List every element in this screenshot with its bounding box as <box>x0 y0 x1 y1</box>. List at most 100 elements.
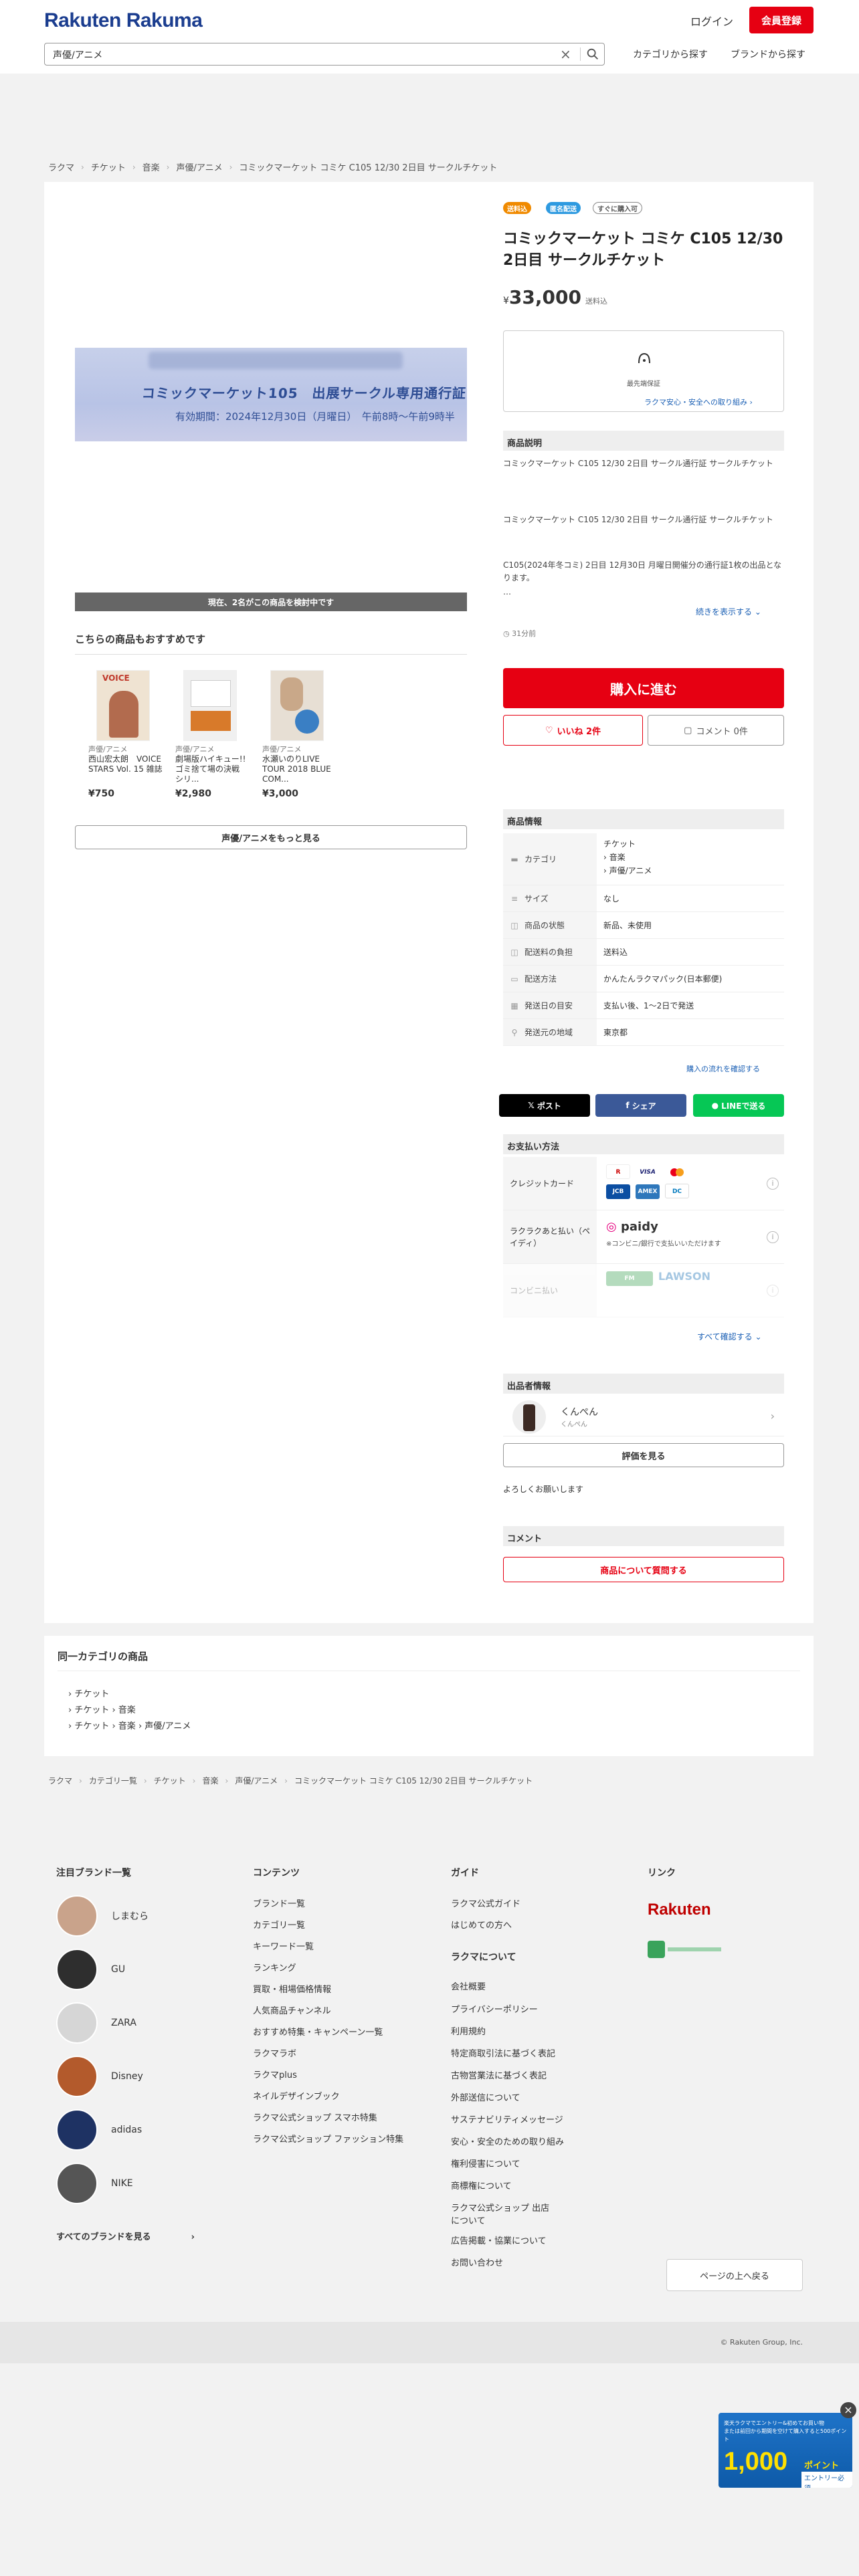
breadcrumb-item[interactable]: チケット <box>154 1775 186 1786</box>
brand-item[interactable]: ZARA <box>56 2002 136 2044</box>
footer-link[interactable]: 古物営業法に基づく表記 <box>451 2068 547 2081</box>
search-icon[interactable] <box>585 47 600 62</box>
footer-link[interactable]: 特定商取引法に基づく表記 <box>451 2046 555 2059</box>
login-link[interactable]: ログイン <box>690 13 733 29</box>
footer-link[interactable]: ラクマラボ <box>253 2046 296 2059</box>
footer-link[interactable]: キーワード一覧 <box>253 1939 314 1952</box>
breadcrumb-item[interactable]: ラクマ <box>48 160 74 173</box>
payment-more-link[interactable]: すべて確認する ⌄ <box>697 1331 762 1342</box>
clear-icon[interactable]: × <box>560 46 571 62</box>
footer-link[interactable]: はじめての方へ <box>451 1918 512 1931</box>
share-line-button[interactable]: ● LINEで送る <box>693 1094 784 1117</box>
recommend-item[interactable]: 声優/アニメ 劇場版ハイキュー!! ゴミ捨て場の決戦 シリ... ¥2,980 <box>175 670 252 799</box>
footer-link[interactable]: 権利侵害について <box>451 2157 520 2169</box>
partner-banner-link[interactable] <box>648 1938 724 1961</box>
footer-link[interactable]: おすすめ特集・キャンペーン一覧 <box>253 2025 383 2038</box>
product-image[interactable]: コミックマーケット105 出展サークル専用通行証 有効期間：2024年12月30… <box>75 348 467 441</box>
footer-link[interactable]: サステナビリティメッセージ <box>451 2113 563 2125</box>
page-top-button[interactable]: ページの上へ戻る <box>666 2259 803 2291</box>
payment-key: クレジットカード <box>503 1157 597 1210</box>
nav-category-link[interactable]: カテゴリから探す <box>633 47 708 61</box>
familymart-icon: FM <box>606 1271 653 1286</box>
footer-link[interactable]: ブランド一覧 <box>253 1897 305 1909</box>
more-category-button[interactable]: 声優/アニメをもっと見る <box>75 825 467 849</box>
category-link[interactable]: › 音楽 <box>603 851 777 864</box>
seller-row[interactable]: くんぺん くんぺん › <box>503 1398 784 1436</box>
purchase-flow-link[interactable]: 購入の流れを確認する <box>686 1063 760 1074</box>
footer-link[interactable]: 人気商品チャンネル <box>253 2004 331 2016</box>
breadcrumb-item[interactable]: ラクマ <box>48 1775 72 1786</box>
all-brands-link[interactable]: すべてのブランドを見る › <box>56 2230 195 2242</box>
footer-link[interactable]: 外部送信について <box>451 2090 520 2103</box>
breadcrumb-item[interactable]: 音楽 <box>142 160 160 173</box>
share-facebook-button[interactable]: f シェア <box>595 1094 686 1117</box>
category-link[interactable]: › 声優/アニメ <box>603 864 777 877</box>
register-button[interactable]: 会員登録 <box>749 7 814 33</box>
safety-link[interactable]: ラクマ安心・安全への取り組み › <box>644 397 753 407</box>
footer-link[interactable]: 商標権について <box>451 2179 512 2191</box>
comment-icon: ▢ <box>684 725 692 736</box>
recommend-item[interactable]: 声優/アニメ 水瀬いのりLIVE TOUR 2018 BLUE COM... ¥… <box>262 670 339 799</box>
footer-link[interactable]: ラクマplus <box>253 2068 297 2080</box>
same-category-link[interactable]: › チケット › 音楽 › 声優/アニメ <box>68 1719 191 1731</box>
recommend-category: 声優/アニメ <box>175 745 215 754</box>
buy-button[interactable]: 購入に進む <box>503 668 784 708</box>
footer-link[interactable]: 利用規約 <box>451 2024 486 2037</box>
brand-item[interactable]: しまむら <box>56 1895 149 1937</box>
diners-icon: DC <box>665 1184 689 1198</box>
footer-link[interactable]: 安心・安全のための取り組み <box>451 2135 564 2147</box>
breadcrumb-item[interactable]: カテゴリ一覧 <box>89 1775 137 1786</box>
footer-link[interactable]: ラクマ公式ショップ スマホ特集 <box>253 2111 377 2123</box>
footer-link[interactable]: お問い合わせ <box>451 2256 503 2268</box>
info-row: ▭ 配送方法 かんたんラクマパック(日本郵便) <box>503 966 784 992</box>
all-brands-label: すべてのブランドを見る <box>56 2232 151 2242</box>
search-input[interactable]: 声優/アニメ × <box>44 43 605 66</box>
rakuma-logo[interactable]: Rakuten Rakuma <box>44 9 203 32</box>
rakuten-logo-link[interactable]: Rakuten <box>648 1901 711 1919</box>
same-category-link[interactable]: › チケット <box>68 1687 109 1699</box>
close-icon[interactable]: × <box>840 2402 856 2418</box>
info-icon[interactable]: i <box>767 1177 779 1190</box>
breadcrumb-item[interactable]: 音楽 <box>202 1775 218 1786</box>
recommend-item[interactable]: VOICE 声優/アニメ 西山宏太朗 VOICE STARS Vol. 15 雑… <box>88 670 165 799</box>
footer-link[interactable]: ラクマ公式ガイド <box>451 1897 520 1909</box>
brand-item[interactable]: adidas <box>56 2109 142 2151</box>
breadcrumb-item[interactable]: 声優/アニメ <box>235 1775 278 1786</box>
breadcrumb-item[interactable]: チケット <box>91 160 126 173</box>
same-category-link[interactable]: › チケット › 音楽 <box>68 1703 136 1715</box>
brand-item[interactable]: NIKE <box>56 2163 133 2204</box>
breadcrumb-item[interactable]: 声優/アニメ <box>176 160 222 173</box>
share-x-button[interactable]: 𝕏 ポスト <box>499 1094 590 1117</box>
footer-link[interactable]: 会社概要 <box>451 1979 486 1992</box>
promo-banner[interactable]: 楽天ラクマでエントリー&初めてお買い物 または前回から期間を空けて購入すると50… <box>719 2413 852 2488</box>
footer-link[interactable]: ラクマ公式ショップ 出店について <box>451 2201 558 2226</box>
info-icon[interactable]: i <box>767 1284 779 1297</box>
read-more-link[interactable]: 続きを表示する ⌄ <box>696 606 761 617</box>
payment-value: ◎ paidy ※コンビニ/銀行で支払いいただけます i <box>597 1210 784 1263</box>
comment-button[interactable]: ▢ コメント 0件 <box>648 715 784 746</box>
footer-link[interactable]: カテゴリ一覧 <box>253 1918 305 1931</box>
like-button[interactable]: ♡ いいね 2件 <box>503 715 643 746</box>
payment-key: コンビニ払い <box>503 1264 597 1317</box>
chevron-right-icon: › <box>770 1410 775 1422</box>
brand-logo <box>56 1949 98 1990</box>
info-value: 送料込 <box>603 948 628 957</box>
nav-brand-link[interactable]: ブランドから探す <box>731 47 805 61</box>
info-row: ≡ サイズ なし <box>503 885 784 912</box>
ask-question-button[interactable]: 商品について質問する <box>503 1557 784 1582</box>
footer-link[interactable]: 買取・相場価格情報 <box>253 1982 331 1995</box>
footer-link[interactable]: 広告掲載・協業について <box>451 2234 547 2246</box>
folder-icon: ▬ <box>510 854 518 864</box>
brand-item[interactable]: GU <box>56 1949 125 1990</box>
paidy-note: ※コンビニ/銀行で支払いいただけます <box>606 1241 721 1248</box>
footer-link[interactable]: ランキング <box>253 1961 296 1973</box>
info-icon[interactable]: i <box>767 1230 779 1243</box>
badge-instant: すぐに購入可 <box>593 202 642 214</box>
product-price: ¥33,000 送料込 <box>503 286 607 308</box>
category-link[interactable]: チケット <box>603 837 777 851</box>
footer-link[interactable]: プライバシーポリシー <box>451 2002 538 2015</box>
footer-link[interactable]: ネイルデザインブック <box>253 2089 340 2102</box>
review-button[interactable]: 評価を見る <box>503 1443 784 1467</box>
brand-item[interactable]: Disney <box>56 2056 143 2097</box>
footer-link[interactable]: ラクマ公式ショップ ファッション特集 <box>253 2132 413 2145</box>
